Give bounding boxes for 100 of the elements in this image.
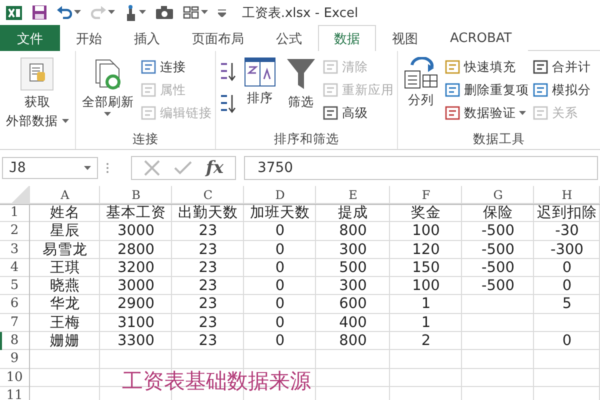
- table-cell-text: 300: [338, 240, 368, 259]
- row-header[interactable]: 6: [0, 295, 30, 314]
- undo-icon[interactable]: [57, 6, 72, 19]
- layout-icon[interactable]: [183, 6, 199, 19]
- row-header[interactable]: 9: [0, 350, 30, 369]
- table-cell-text: 0: [274, 295, 286, 314]
- table-cell-text: 提成: [337, 204, 369, 222]
- grip-icon: [106, 162, 109, 174]
- table-cell-text: 3100: [116, 314, 156, 332]
- table-cell-text: 100: [411, 222, 441, 241]
- table-cell-text: -30: [554, 222, 580, 241]
- column-header[interactable]: F: [390, 186, 462, 205]
- group-label: 数据工具: [472, 131, 525, 146]
- table-cell-text: 600: [338, 295, 368, 314]
- row-header[interactable]: 8: [0, 332, 30, 350]
- camera-icon[interactable]: [156, 6, 173, 19]
- table-cell-text: 3300: [116, 332, 156, 350]
- ribbon-button[interactable]: 筛选: [282, 53, 319, 131]
- column-header[interactable]: G: [462, 186, 534, 205]
- ribbon-tab[interactable]: 数据: [318, 25, 376, 51]
- ribbon-button[interactable]: 排序: [240, 53, 279, 131]
- clipboard-icon: [20, 57, 54, 91]
- table-cell-text: -500: [480, 258, 516, 278]
- table-cell-text: 500: [338, 258, 368, 278]
- table-cell-text: 2900: [116, 295, 156, 314]
- table-cell-text: 0: [561, 277, 573, 296]
- table-cell-text: 0: [274, 314, 286, 332]
- caret-icon[interactable]: [108, 10, 115, 15]
- ribbon-button[interactable]: 快速填充: [444, 57, 529, 77]
- table-cell-text: 奖金: [410, 204, 442, 222]
- row-header[interactable]: 5: [0, 277, 30, 296]
- save-icon[interactable]: [32, 5, 47, 20]
- table-cell-text: 0: [561, 258, 573, 278]
- column-header[interactable]: H: [534, 186, 600, 205]
- ribbon-button[interactable]: 分列: [400, 53, 441, 131]
- ribbon-button[interactable]: 高级: [322, 103, 394, 123]
- table-cell-text: 100: [411, 277, 441, 296]
- table-cell-text: 姓名: [49, 204, 81, 222]
- table-cell-text: -500: [480, 277, 516, 296]
- column-header[interactable]: A: [30, 186, 100, 205]
- row-header[interactable]: 2: [0, 222, 30, 241]
- table-cell-text: 0: [274, 222, 286, 241]
- table-cell-text: 王琪: [49, 258, 81, 278]
- group-label: 排序和筛选: [274, 131, 339, 146]
- table-cell-text: 保险: [482, 204, 514, 222]
- row-header[interactable]: 1: [0, 204, 30, 222]
- table-cell-text: 0: [561, 332, 573, 350]
- caret-icon[interactable]: [104, 112, 112, 117]
- dropdown-icon[interactable]: [84, 166, 91, 170]
- table-cell-text: 0: [274, 277, 286, 296]
- group-label: 连接: [132, 131, 158, 146]
- table-cell-text: 800: [338, 332, 368, 350]
- ribbon-button[interactable]: 数据验证: [444, 103, 529, 123]
- column-header[interactable]: C: [172, 186, 244, 205]
- row-header[interactable]: 10: [0, 368, 30, 387]
- table-cell-text: 加班天数: [249, 204, 311, 222]
- ribbon-button[interactable]: 删除重复项: [444, 80, 529, 100]
- insert-function-button[interactable]: fx: [206, 158, 224, 178]
- sort-ascending-icon[interactable]: [218, 61, 237, 83]
- column-header[interactable]: D: [244, 186, 316, 205]
- ribbon-button[interactable]: 获取 外部数据: [3, 53, 72, 133]
- sort-descending-icon[interactable]: [218, 93, 237, 115]
- caret-icon[interactable]: [201, 10, 208, 15]
- row-header[interactable]: 7: [0, 314, 30, 332]
- text-to-columns-icon: [404, 57, 438, 89]
- table-cell-text: -500: [480, 222, 516, 241]
- table-cell-text: 23: [198, 222, 218, 241]
- excel-logo-icon[interactable]: [6, 4, 22, 20]
- table-cell-text: 姗姗: [49, 332, 81, 350]
- caret-icon[interactable]: [518, 110, 526, 116]
- table-cell-text: 3200: [116, 258, 156, 278]
- caret-icon[interactable]: [62, 119, 69, 124]
- ribbon-button[interactable]: 全部刷新: [78, 53, 137, 131]
- table-cell-text: 23: [198, 240, 218, 259]
- table-cell-text: 5: [561, 295, 573, 314]
- name-box[interactable]: J8: [2, 157, 98, 179]
- table-cell-text: 3000: [116, 277, 156, 296]
- table-cell-text: 华龙: [49, 295, 81, 314]
- ribbon-button[interactable]: 连接: [140, 57, 212, 77]
- formula-field[interactable]: 3750: [244, 156, 598, 180]
- table-cell-text: 0: [274, 258, 286, 278]
- ribbon-button[interactable]: 合并计: [532, 57, 591, 77]
- ribbon-tab[interactable]: 文件: [0, 25, 60, 51]
- column-header[interactable]: E: [316, 186, 390, 205]
- column-header[interactable]: B: [100, 186, 172, 205]
- filter-icon: [286, 57, 316, 91]
- table-cell-text: 2: [420, 332, 432, 350]
- ribbon-button[interactable]: 模拟分: [532, 80, 591, 100]
- customize-icon[interactable]: [218, 8, 226, 16]
- table-cell-text: 23: [198, 332, 218, 350]
- table-cell-text: 王梅: [49, 314, 81, 332]
- table-cell-text: -500: [480, 240, 516, 259]
- table-cell-text: 3000: [116, 222, 156, 241]
- row-header[interactable]: 3: [0, 240, 30, 259]
- caret-icon[interactable]: [74, 10, 81, 15]
- row-header[interactable]: 4: [0, 258, 30, 278]
- row-header[interactable]: 11: [0, 386, 30, 400]
- table-cell-text: 1: [420, 295, 432, 314]
- caret-icon[interactable]: [139, 10, 146, 15]
- table-cell-text: 120: [411, 240, 441, 259]
